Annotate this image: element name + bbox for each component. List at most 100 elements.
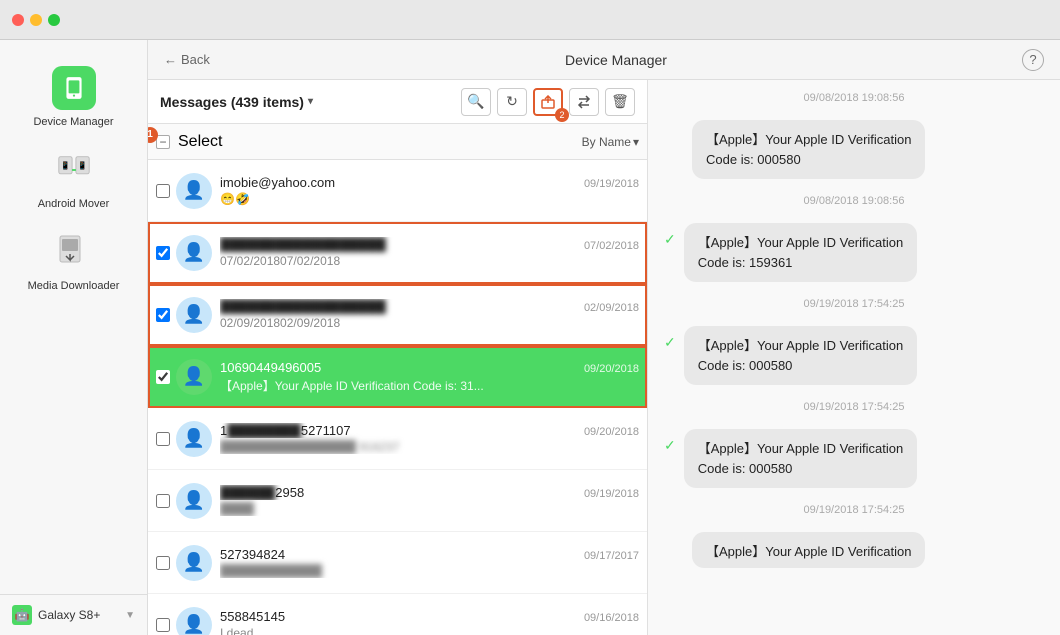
message-checkbox[interactable] — [156, 370, 170, 384]
left-panel: Messages (439 items) ▾ 🔍 ↻ — [148, 80, 648, 635]
message-name: 10690449496005 — [220, 360, 321, 375]
chat-bubble-row: 【Apple】Your Apple ID VerificationCode is… — [664, 120, 1044, 179]
sidebar-item-android-mover-label: Android Mover — [38, 198, 110, 210]
message-checkbox[interactable] — [156, 184, 170, 198]
message-preview: 07/02/201807/02/2018 — [220, 254, 639, 268]
message-content: 558845145 09/16/2018 I dead — [220, 609, 639, 635]
message-checkbox[interactable] — [156, 618, 170, 632]
sort-arrow-icon: ▾ — [633, 135, 639, 149]
message-date: 09/20/2018 — [584, 363, 639, 375]
help-button[interactable]: ? — [1022, 49, 1044, 71]
maximize-button[interactable] — [48, 14, 60, 26]
message-date: 07/02/2018 — [584, 240, 639, 252]
refresh-button[interactable]: ↻ — [497, 88, 527, 116]
search-button[interactable]: 🔍 — [461, 88, 491, 116]
page-title: Device Manager — [210, 52, 1022, 68]
chat-bubble: 【Apple】Your Apple ID VerificationCode is… — [684, 223, 917, 282]
message-item[interactable]: 👤 527394824 09/17/2017 ████████████ — [148, 532, 647, 594]
sidebar-device-selector[interactable]: 🤖 Galaxy S8+ ▼ — [0, 594, 147, 635]
sidebar: Device Manager 📱 📱 Android Mover — [0, 40, 148, 635]
messages-title: Messages (439 items) ▾ — [160, 94, 461, 110]
select-label-text: Select — [178, 133, 222, 151]
annotation-1-area: 1 − — [156, 135, 170, 149]
message-date: 09/19/2018 — [584, 488, 639, 500]
svg-text:📱: 📱 — [60, 161, 69, 170]
chat-timestamp: 09/19/2018 17:54:25 — [664, 504, 1044, 516]
messages-container: Messages (439 items) ▾ 🔍 ↻ — [148, 80, 1060, 635]
message-checkbox[interactable] — [156, 432, 170, 446]
message-preview: I dead — [220, 626, 639, 635]
message-content: ██████████████████ 07/02/2018 07/02/2018… — [220, 237, 639, 268]
message-name: ██████2958 — [220, 485, 304, 500]
message-preview: ████████████████ 916237 — [220, 440, 639, 454]
back-arrow-icon: ← — [164, 52, 177, 67]
message-top: 10690449496005 09/20/2018 — [220, 360, 639, 375]
chat-timestamp: 09/19/2018 17:54:25 — [664, 401, 1044, 413]
message-avatar: 👤 — [176, 607, 212, 635]
titlebar — [0, 0, 1060, 40]
message-date: 09/20/2018 — [584, 426, 639, 438]
media-downloader-icon — [52, 230, 96, 274]
delete-button[interactable]: 🗑 — [605, 88, 635, 116]
chat-checkmark-icon: ✓ — [664, 437, 676, 454]
back-button[interactable]: ← Back — [164, 52, 210, 67]
message-preview: 😁🤣 — [220, 192, 639, 206]
sidebar-item-media-downloader[interactable]: Media Downloader — [0, 220, 147, 302]
close-button[interactable] — [12, 14, 24, 26]
sort-button[interactable]: By Name ▾ — [582, 135, 639, 149]
message-checkbox[interactable] — [156, 308, 170, 322]
minimize-button[interactable] — [30, 14, 42, 26]
message-top: ██████████████████ 02/09/2018 — [220, 299, 639, 314]
chat-timestamp: 09/08/2018 19:08:56 — [664, 195, 1044, 207]
message-item[interactable]: 👤 1████████5271107 09/20/2018 ██████████… — [148, 408, 647, 470]
message-item[interactable]: 👤 ██████2958 09/19/2018 ████ — [148, 470, 647, 532]
device-name-label: Galaxy S8+ — [38, 608, 119, 622]
svg-text:📱: 📱 — [77, 161, 86, 170]
message-avatar: 👤 — [176, 297, 212, 333]
messages-dropdown-icon: ▾ — [308, 96, 313, 107]
chat-checkmark-icon: ✓ — [664, 334, 676, 351]
select-all-label: Select — [178, 133, 582, 151]
message-top: imobie@yahoo.com 09/19/2018 — [220, 175, 639, 190]
message-top: 558845145 09/16/2018 — [220, 609, 639, 624]
content-area: ← Back Device Manager ? Messages (439 it… — [148, 40, 1060, 635]
message-item[interactable]: 👤 558845145 09/16/2018 I dead — [148, 594, 647, 635]
sidebar-item-device-manager[interactable]: Device Manager — [0, 56, 147, 138]
message-preview: 02/09/201802/09/2018 — [220, 316, 639, 330]
chat-bubble: 【Apple】Your Apple ID VerificationCode is… — [684, 326, 917, 385]
message-list: 👤 imobie@yahoo.com 09/19/2018 😁🤣 👤 — [148, 160, 647, 635]
message-item[interactable]: 👤 ██████████████████ 02/09/2018 02/09/20… — [148, 284, 647, 346]
chat-bubble-row: ✓ 【Apple】Your Apple ID VerificationCode … — [664, 326, 1044, 385]
sidebar-item-device-manager-label: Device Manager — [33, 116, 113, 128]
chat-bubble: 【Apple】Your Apple ID VerificationCode is… — [684, 429, 917, 488]
message-name: 527394824 — [220, 547, 285, 562]
chat-bubble-row: 【Apple】Your Apple ID Verification — [664, 532, 1044, 568]
app-body: Device Manager 📱 📱 Android Mover — [0, 40, 1060, 635]
top-bar: ← Back Device Manager ? — [148, 40, 1060, 80]
message-content: ██████2958 09/19/2018 ████ — [220, 485, 639, 516]
message-date: 09/16/2018 — [584, 612, 639, 624]
message-name: 558845145 — [220, 609, 285, 624]
sidebar-item-android-mover[interactable]: 📱 📱 Android Mover — [0, 138, 147, 220]
message-avatar: 👤 — [176, 421, 212, 457]
message-preview: 【Apple】Your Apple ID Verification Code i… — [220, 377, 639, 394]
select-all-checkbox[interactable]: − — [156, 135, 170, 149]
message-item[interactable]: 👤 ██████████████████ 07/02/2018 07/02/20… — [148, 222, 647, 284]
chat-timestamp: 09/19/2018 17:54:25 — [664, 298, 1044, 310]
chat-bubble-row: ✓ 【Apple】Your Apple ID VerificationCode … — [664, 429, 1044, 488]
message-avatar: 👤 — [176, 483, 212, 519]
message-name: ██████████████████ — [220, 299, 386, 314]
chevron-down-icon: ▼ — [125, 610, 135, 621]
message-checkbox[interactable] — [156, 246, 170, 260]
message-content: imobie@yahoo.com 09/19/2018 😁🤣 — [220, 175, 639, 206]
message-top: ██████2958 09/19/2018 — [220, 485, 639, 500]
message-name: imobie@yahoo.com — [220, 175, 335, 190]
message-checkbox[interactable] — [156, 494, 170, 508]
message-item[interactable]: 👤 imobie@yahoo.com 09/19/2018 😁🤣 — [148, 160, 647, 222]
message-checkbox[interactable] — [156, 556, 170, 570]
list-header: 1 − Select By Name ▾ — [148, 124, 647, 160]
back-label: Back — [181, 52, 210, 67]
message-item[interactable]: 👤 10690449496005 09/20/2018 【Apple】Your … — [148, 346, 647, 408]
transfer-button[interactable] — [569, 88, 599, 116]
messages-count-label: Messages (439 items) — [160, 94, 304, 110]
